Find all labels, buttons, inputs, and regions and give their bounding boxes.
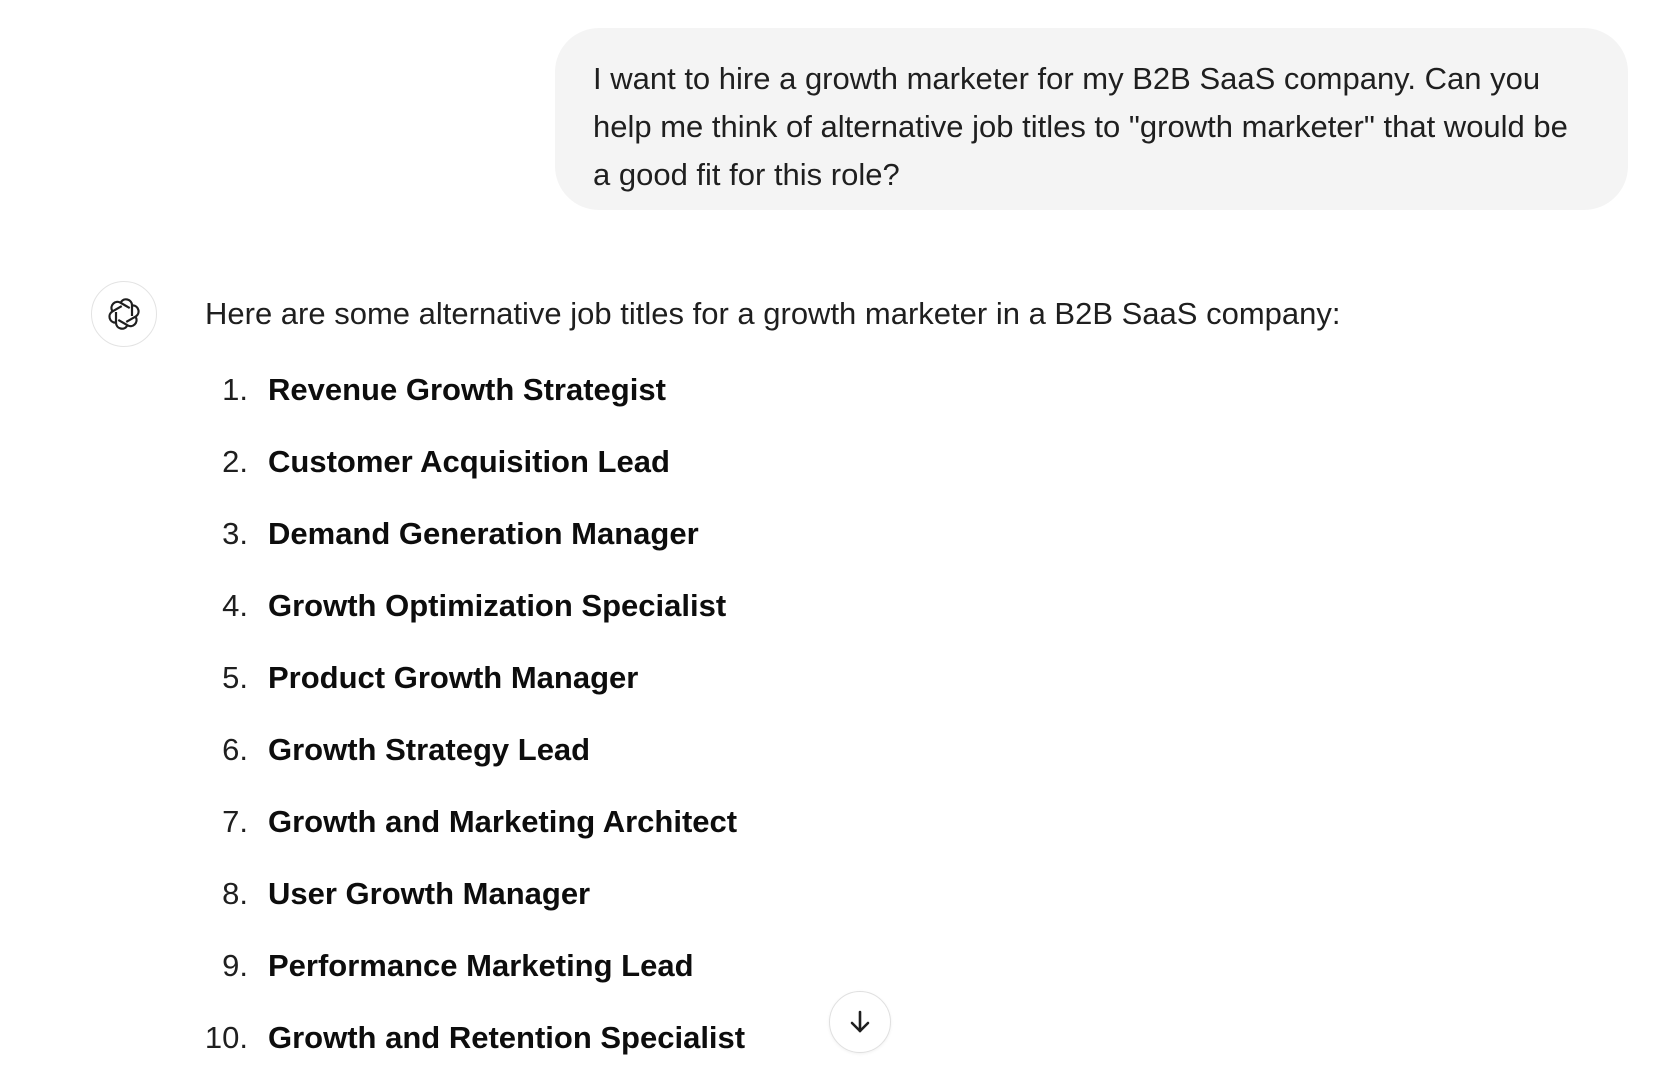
list-item-title: Growth and Retention Specialist [268, 1020, 746, 1055]
list-item-number: 3. [222, 516, 248, 551]
assistant-avatar [91, 281, 157, 347]
list-item-number: 5. [222, 660, 248, 695]
list-item: 1. Revenue Growth Strategist [190, 368, 666, 412]
list-item: 8. User Growth Manager [190, 872, 590, 916]
assistant-intro-text: Here are some alternative job titles for… [205, 296, 1341, 331]
list-item: 5. Product Growth Manager [190, 656, 638, 700]
list-item-number: 7. [222, 804, 248, 839]
list-item-number: 4. [222, 588, 248, 623]
list-item-number: 1. [222, 372, 248, 407]
openai-logo-icon [104, 294, 144, 334]
list-item-title: User Growth Manager [268, 876, 591, 911]
list-item-number: 2. [222, 444, 248, 479]
list-item-number: 8. [222, 876, 248, 911]
arrow-down-icon [845, 1007, 875, 1037]
list-item-title: Revenue Growth Strategist [268, 372, 666, 407]
list-item: 10. Growth and Retention Specialist [190, 1016, 745, 1060]
list-item: 9. Performance Marketing Lead [190, 944, 694, 988]
list-item: 3. Demand Generation Manager [190, 512, 699, 556]
scroll-to-bottom-button[interactable] [829, 991, 891, 1053]
user-message-bubble: I want to hire a growth marketer for my … [555, 28, 1628, 210]
list-item: 2. Customer Acquisition Lead [190, 440, 670, 484]
list-item-title: Performance Marketing Lead [268, 948, 694, 983]
list-item-number: 10. [204, 1020, 248, 1055]
list-item: 7. Growth and Marketing Architect [190, 800, 737, 844]
list-item-title: Growth Strategy Lead [268, 732, 591, 767]
user-message-text: I want to hire a growth marketer for my … [593, 61, 1568, 192]
list-item-title: Growth Optimization Specialist [268, 588, 727, 623]
list-item-title: Demand Generation Manager [268, 516, 699, 551]
list-item-title: Customer Acquisition Lead [268, 444, 670, 479]
list-item-number: 9. [222, 948, 248, 983]
list-item: 4. Growth Optimization Specialist [190, 584, 726, 628]
list-item: 6. Growth Strategy Lead [190, 728, 590, 772]
list-item-title: Growth and Marketing Architect [268, 804, 738, 839]
list-item-number: 6. [222, 732, 248, 767]
list-item-title: Product Growth Manager [268, 660, 639, 695]
